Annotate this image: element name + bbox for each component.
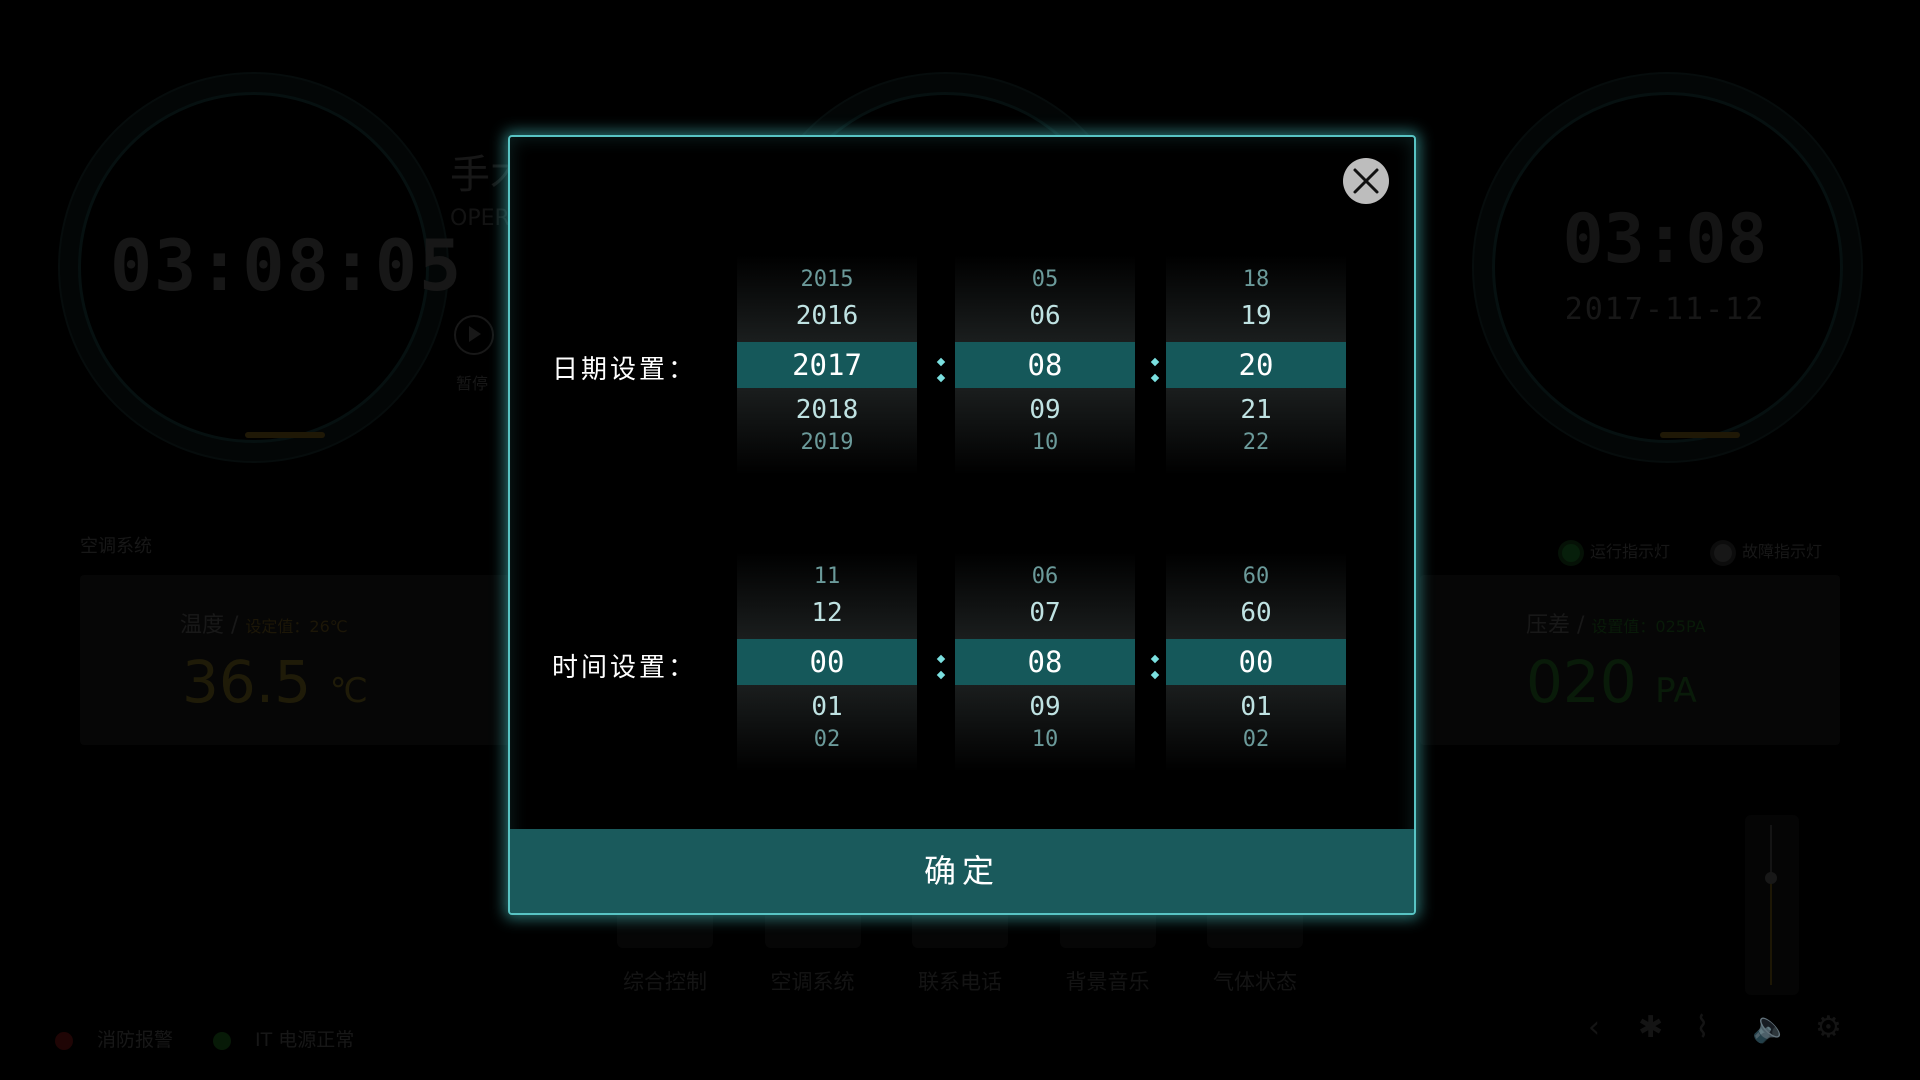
picker-selected-value[interactable]: 00: [737, 639, 917, 685]
picker-selected-value[interactable]: 00: [1166, 639, 1346, 685]
picker-option[interactable]: 18: [1166, 267, 1346, 292]
picker-option[interactable]: 11: [737, 564, 917, 589]
picker-selected-value[interactable]: 20: [1166, 342, 1346, 388]
separator-icon: [1148, 353, 1162, 389]
picker-option[interactable]: 12: [737, 598, 917, 628]
picker-selected-value[interactable]: 08: [955, 639, 1135, 685]
picker-option[interactable]: 09: [955, 395, 1135, 425]
picker-option[interactable]: 60: [1166, 598, 1346, 628]
picker-option[interactable]: 09: [955, 692, 1135, 722]
picker-selected-value[interactable]: 08: [955, 342, 1135, 388]
minute-picker[interactable]: 06 07 08 09 10: [955, 552, 1135, 772]
picker-option[interactable]: 07: [955, 598, 1135, 628]
picker-option[interactable]: 2018: [737, 395, 917, 425]
day-picker[interactable]: 18 19 20 21 22: [1166, 255, 1346, 475]
close-icon: [1353, 168, 1379, 194]
separator-icon: [934, 650, 948, 686]
picker-option[interactable]: 2019: [737, 430, 917, 455]
picker-option[interactable]: 02: [737, 727, 917, 752]
date-setting-label: 日期设置：: [552, 355, 698, 385]
picker-option[interactable]: 05: [955, 267, 1135, 292]
time-setting-label: 时间设置：: [552, 653, 698, 683]
separator-icon: [1148, 650, 1162, 686]
second-picker[interactable]: 60 60 00 01 02: [1166, 552, 1346, 772]
picker-option[interactable]: 22: [1166, 430, 1346, 455]
picker-option[interactable]: 02: [1166, 727, 1346, 752]
hour-picker[interactable]: 11 12 00 01 02: [737, 552, 917, 772]
year-picker[interactable]: 2015 2016 2017 2018 2019: [737, 255, 917, 475]
picker-option[interactable]: 2015: [737, 267, 917, 292]
picker-option[interactable]: 10: [955, 727, 1135, 752]
picker-option[interactable]: 60: [1166, 564, 1346, 589]
picker-option[interactable]: 21: [1166, 395, 1346, 425]
picker-option[interactable]: 10: [955, 430, 1135, 455]
picker-option[interactable]: 06: [955, 564, 1135, 589]
close-button[interactable]: [1343, 158, 1389, 204]
month-picker[interactable]: 05 06 08 09 10: [955, 255, 1135, 475]
confirm-button[interactable]: 确定: [510, 829, 1414, 913]
picker-option[interactable]: 19: [1166, 301, 1346, 331]
datetime-settings-dialog: 日期设置： 时间设置： 2015 2016 2017 2018 2019 05 …: [508, 135, 1416, 915]
picker-option[interactable]: 06: [955, 301, 1135, 331]
picker-option[interactable]: 01: [737, 692, 917, 722]
separator-icon: [934, 353, 948, 389]
picker-option[interactable]: 01: [1166, 692, 1346, 722]
picker-option[interactable]: 2016: [737, 301, 917, 331]
picker-selected-value[interactable]: 2017: [737, 342, 917, 388]
